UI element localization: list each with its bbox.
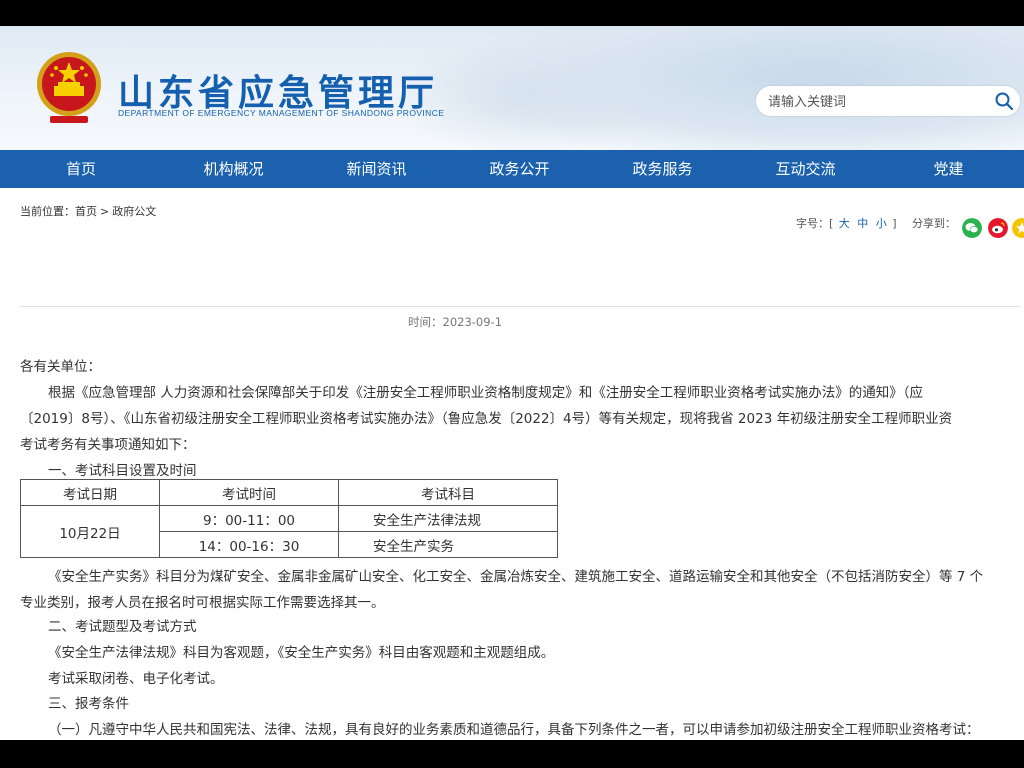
table-header-row: 考试日期 考试时间 考试科目 <box>20 479 558 506</box>
table-cell-subject: 安全生产法律法规 <box>338 505 558 532</box>
exam-schedule-table: 考试日期 考试时间 考试科目 10月22日 9：00-11：00 安全生产法律法… <box>20 479 558 558</box>
section-2-heading: 二、考试题型及考试方式 <box>48 619 197 635</box>
section-1-heading: 一、考试科目设置及时间 <box>48 463 197 479</box>
table-cell-date: 10月22日 <box>20 505 160 558</box>
paragraph-2-line-1: 《安全生产实务》科目分为煤矿安全、金属非金属矿山安全、化工安全、金属冶炼安全、建… <box>48 569 984 585</box>
table-header-time: 考试时间 <box>159 479 339 506</box>
letterbox-bottom <box>0 740 1024 768</box>
table-header-date: 考试日期 <box>20 479 160 506</box>
paragraph-1-line-2: 〔2019〕8号）、《山东省初级注册安全工程师职业资格考试实施办法》（鲁应急发〔… <box>20 411 953 427</box>
paragraph-2-line-2: 专业类别，报考人员在报名时可根据实际工作需要选择其一。 <box>20 595 385 611</box>
paragraph-3: 《安全生产法律法规》科目为客观题，《安全生产实务》科目由客观题和主观题组成。 <box>48 645 555 661</box>
table-cell-time: 14：00-16：30 <box>159 531 339 558</box>
paragraph-1-line-1: 根据《应急管理部 人力资源和社会保障部关于印发《注册安全工程师职业资格制度规定》… <box>48 385 924 401</box>
article-body: 各有关单位： 根据《应急管理部 人力资源和社会保障部关于印发《注册安全工程师职业… <box>0 0 1024 768</box>
salutation: 各有关单位： <box>20 359 101 375</box>
table-header-subject: 考试科目 <box>338 479 558 506</box>
table-row: 10月22日 9：00-11：00 安全生产法律法规 <box>20 505 558 558</box>
section-3-heading: 三、报考条件 <box>48 696 129 712</box>
paragraph-4: 考试采取闭卷、电子化考试。 <box>48 671 224 687</box>
table-cell-time: 9：00-11：00 <box>159 505 339 532</box>
table-cell-subject: 安全生产实务 <box>338 531 558 558</box>
paragraph-1-line-3: 考试考务有关事项通知如下： <box>20 437 196 453</box>
paragraph-5: （一）凡遵守中华人民共和国宪法、法律、法规，具有良好的业务素质和道德品行，具备下… <box>48 722 980 738</box>
